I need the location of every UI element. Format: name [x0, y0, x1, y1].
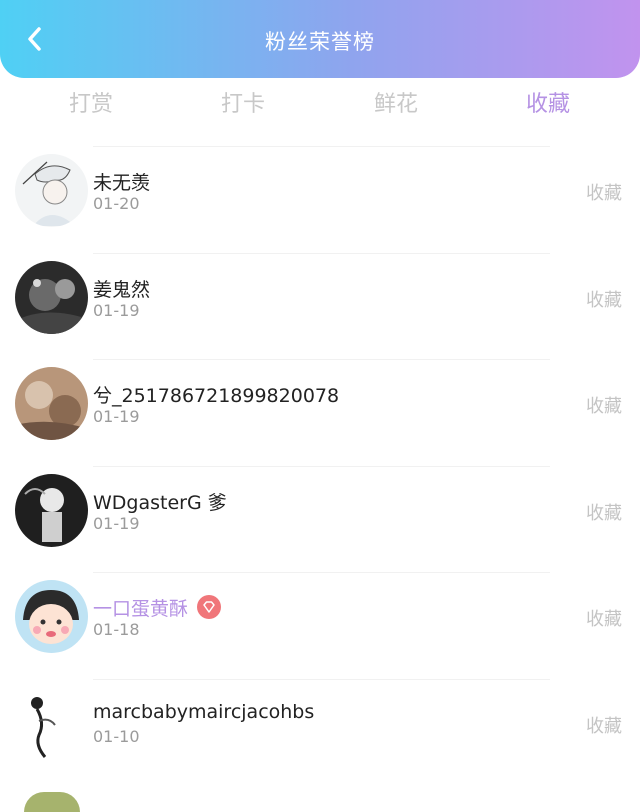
diamond-badge-icon	[197, 595, 222, 620]
tab-bar: 打赏 打卡 鲜花 收藏	[0, 84, 640, 120]
user-name: 姜鬼然	[93, 278, 151, 301]
tab-checkin[interactable]: 打卡	[193, 86, 293, 118]
avatar[interactable]	[15, 686, 88, 760]
list-item[interactable]: 未无羡 01-20 收藏	[0, 146, 640, 253]
divider	[93, 678, 550, 680]
avatar[interactable]	[15, 154, 88, 227]
list-item[interactable]: WDgasterG 爹 01-19 收藏	[0, 465, 640, 573]
date-label: 01-10	[93, 726, 140, 746]
action-label: 收藏	[586, 609, 622, 631]
date-label: 01-20	[93, 194, 140, 213]
action-label: 收藏	[586, 289, 622, 311]
avatar[interactable]	[15, 473, 88, 547]
avatar[interactable]	[15, 367, 88, 441]
date-label: 01-19	[93, 300, 140, 320]
user-name: 兮_2517867218998200​78	[93, 385, 340, 408]
user-name: marcbabymaircjacohbs	[93, 700, 315, 723]
action-label: 收藏	[586, 502, 622, 524]
list-item[interactable]: 一口蛋黄酥 01-18 收藏	[0, 572, 640, 679]
date-label: 01-19	[93, 407, 140, 427]
date-label: 01-18	[93, 620, 140, 640]
tab-flowers[interactable]: 鲜花	[346, 86, 446, 118]
list-item[interactable]: 姜鬼然 01-19 收藏	[0, 252, 640, 360]
page-title: 粉丝荣誉榜	[265, 30, 375, 54]
list-item[interactable]: marcbabymaircjacohbs 01-10 收藏	[0, 678, 640, 786]
user-name: 未无羡	[93, 172, 151, 194]
action-label: 收藏	[586, 183, 622, 204]
action-label: 收藏	[586, 715, 622, 737]
user-name-text: 一口蛋黄酥	[93, 598, 189, 621]
divider	[93, 572, 550, 574]
avatar[interactable]	[24, 792, 80, 812]
avatar[interactable]	[15, 260, 88, 334]
header-bar: 粉丝荣誉榜	[0, 0, 640, 78]
divider	[93, 252, 550, 254]
fan-list: 未无羡 01-20 收藏 姜鬼然 01-19 收藏 兮_251786721899…	[0, 146, 640, 786]
divider	[93, 465, 550, 467]
tab-tip[interactable]: 打赏	[41, 86, 141, 118]
user-name: WDgasterG 爹	[93, 491, 227, 514]
list-item[interactable]: 兮_2517867218998200​78 01-19 收藏	[0, 359, 640, 466]
date-label: 01-19	[93, 513, 140, 533]
avatar[interactable]	[15, 580, 88, 654]
user-name: 一口蛋黄酥	[93, 594, 222, 621]
divider	[93, 146, 550, 147]
action-label: 收藏	[586, 396, 622, 418]
tab-favorites[interactable]: 收藏	[498, 86, 598, 118]
divider	[93, 359, 550, 361]
